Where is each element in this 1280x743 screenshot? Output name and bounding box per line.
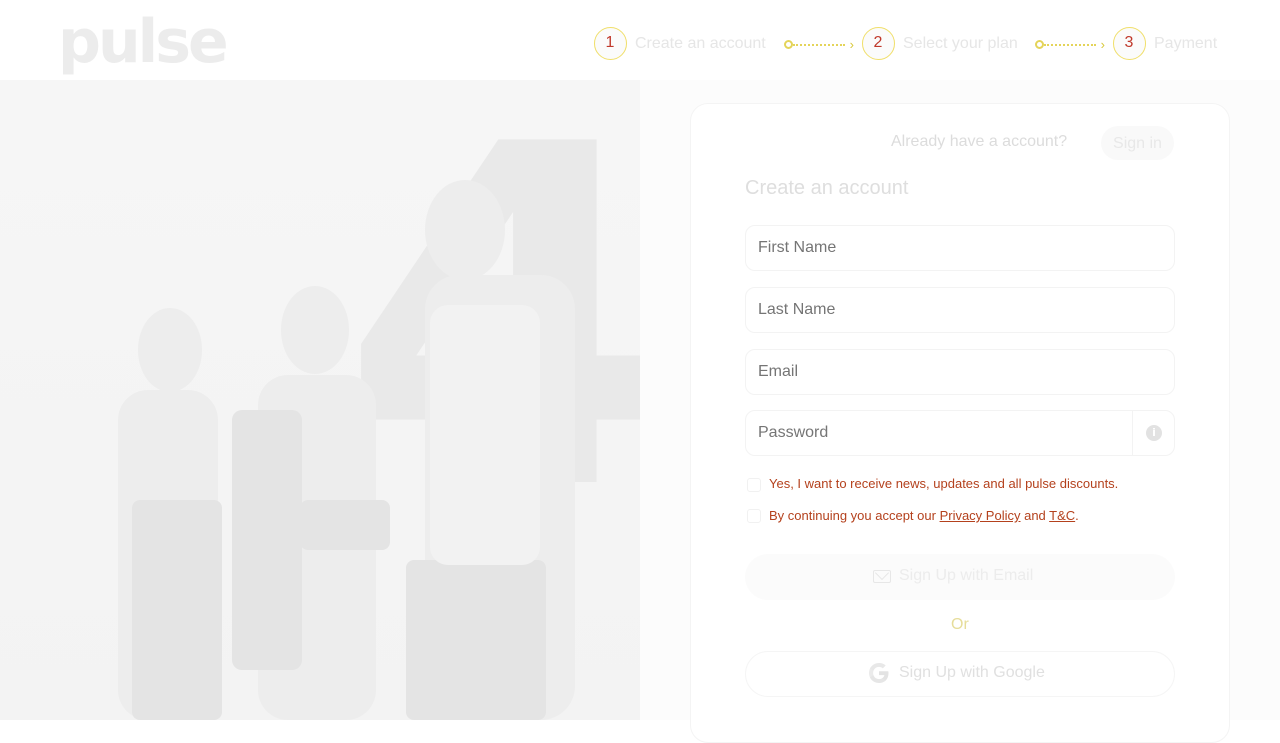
newsletter-checkbox[interactable] [747,478,761,492]
or-divider-text: Or [951,616,969,633]
terms-and: and [1020,508,1050,523]
last-name-input[interactable] [745,287,1175,333]
google-icon [869,663,889,683]
step-1-label: Create an account [635,35,766,52]
terms-checkbox[interactable] [747,509,761,523]
arrow-right-icon: › [1100,37,1105,52]
privacy-policy-link[interactable]: Privacy Policy [940,508,1021,523]
step-3-circle: 3 [1113,27,1146,60]
step-1-number: 1 [605,34,615,51]
hero-photo: 4 [0,80,640,720]
pulse-logo[interactable]: pulse [58,2,229,82]
step-3-number: 3 [1124,34,1134,51]
step-1-circle: 1 [594,27,627,60]
step-connector-1: › [784,36,854,52]
mail-icon [873,570,891,583]
form-title: Create an account [745,177,909,199]
tc-link[interactable]: T&C [1049,508,1075,523]
step-2-label: Select your plan [903,35,1018,52]
top-header: pulse 1 Create an account › 2 Select you… [0,0,1280,80]
first-name-input[interactable] [745,225,1175,271]
signup-stepper: 1 Create an account › 2 Select your plan… [594,26,1224,62]
sign-up-google-label: Sign Up with Google [899,664,1045,681]
arrow-right-icon: › [849,37,854,52]
already-have-account-text: Already have a account? [891,133,1068,150]
sign-up-email-label: Sign Up with Email [899,567,1034,584]
step-connector-2: › [1035,36,1105,52]
people-illustration [118,180,575,720]
step-2-number: 2 [873,34,883,51]
step-2-circle: 2 [862,27,895,60]
terms-suffix: . [1075,508,1079,523]
email-input[interactable] [745,349,1175,395]
terms-prefix: By continuing you accept our [769,508,940,523]
newsletter-label: Yes, I want to receive news, updates and… [769,476,1119,491]
terms-text: By continuing you accept our Privacy Pol… [769,508,1079,523]
password-input[interactable] [745,410,1175,456]
step-3-label: Payment [1154,35,1218,52]
info-circle-icon[interactable]: i [1146,425,1162,441]
sign-in-button[interactable]: Sign in [1101,126,1174,160]
